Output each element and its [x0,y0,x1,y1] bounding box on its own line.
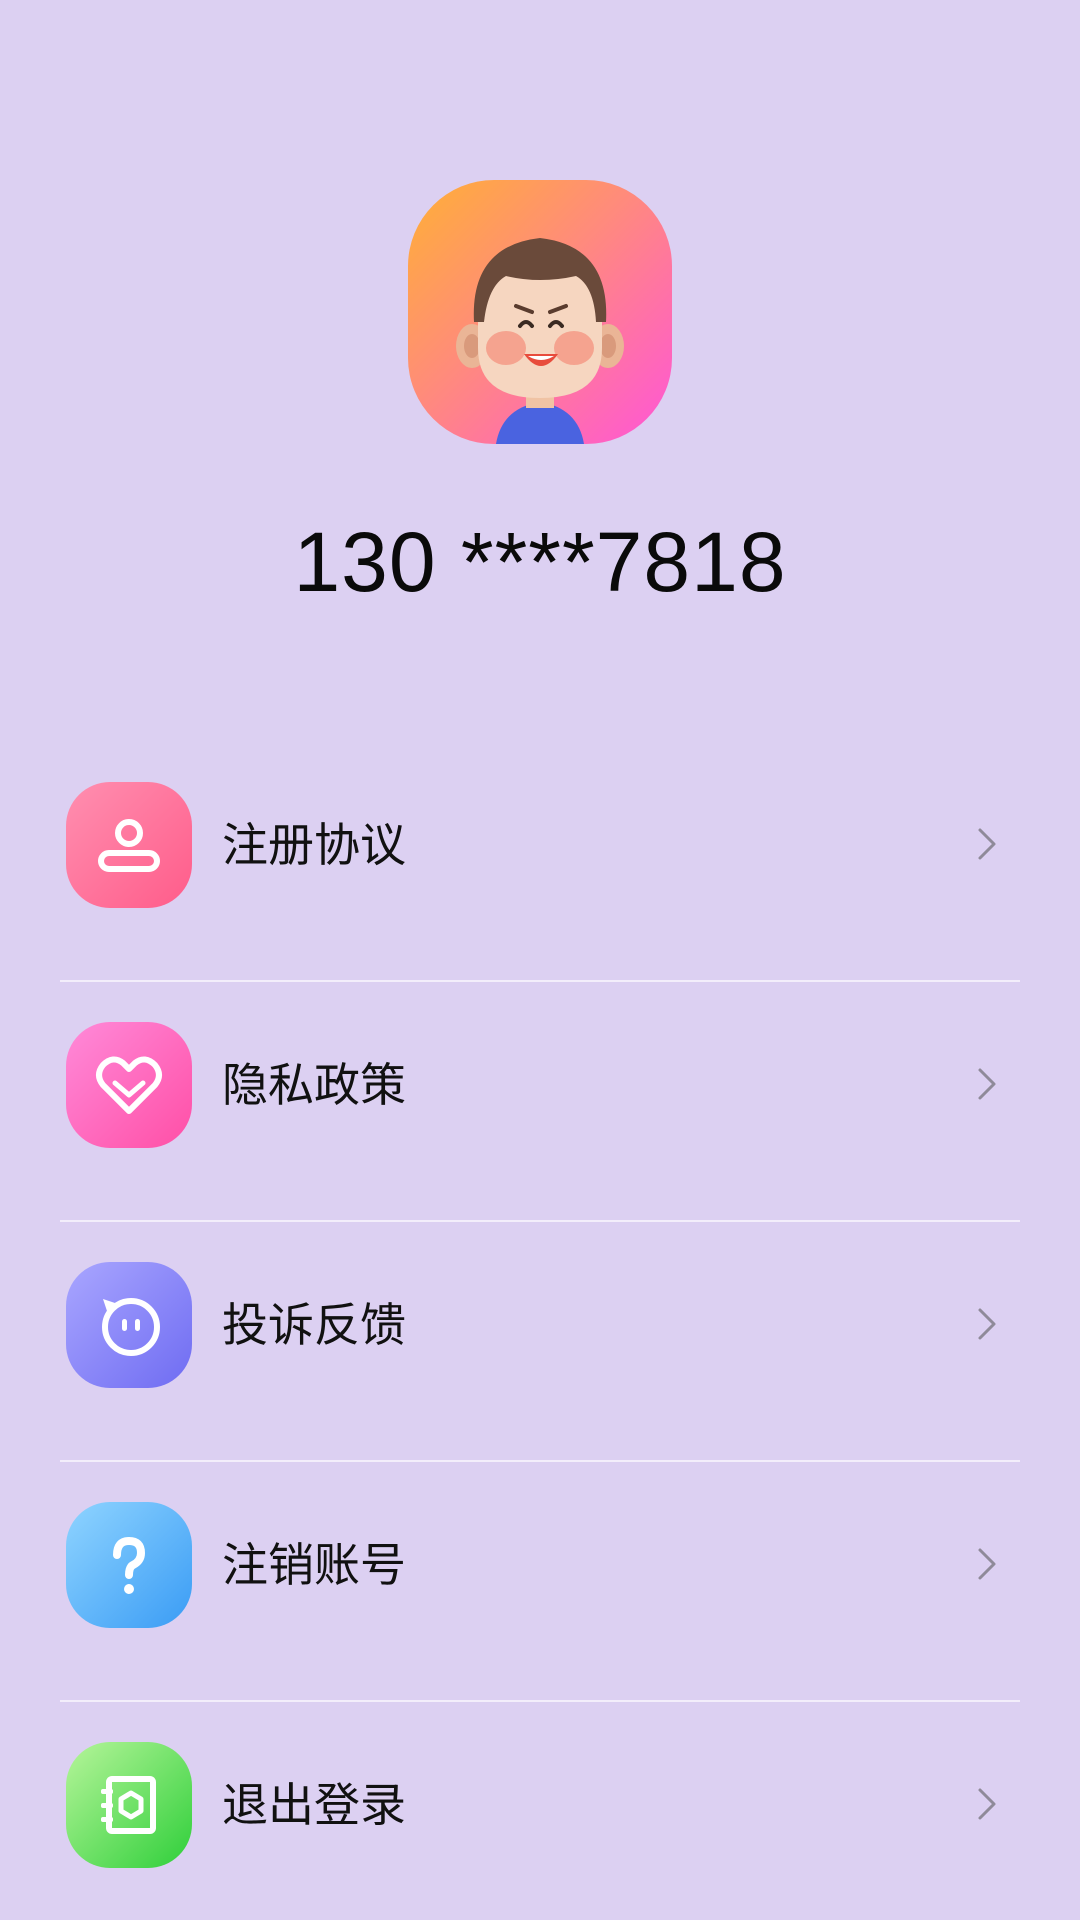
menu-item-label: 退出登录 [222,1778,406,1832]
heart-icon [66,1022,192,1148]
menu-item-label: 投诉反馈 [222,1298,406,1352]
menu-item-privacy-policy[interactable]: 隐私政策 [0,982,1080,1222]
chevron-right-icon [976,1544,1000,1584]
user-icon [66,782,192,908]
settings-menu: 注册协议 隐私政策 投诉反馈 注销账号 退出登录 [0,742,1080,1920]
menu-item-label: 隐私政策 [222,1058,406,1112]
cartoon-boy-avatar-icon [456,238,624,444]
chevron-right-icon [976,1064,1000,1104]
phone-number: 130 ****7818 [293,515,787,609]
menu-item-delete-account[interactable]: 注销账号 [0,1462,1080,1702]
chevron-right-icon [976,1304,1000,1344]
menu-item-register-agreement[interactable]: 注册协议 [0,742,1080,982]
chat-face-icon [66,1262,192,1388]
logout-book-icon [66,1742,192,1868]
chevron-right-icon [976,824,1000,864]
menu-item-label: 注销账号 [222,1538,406,1592]
chevron-right-icon [976,1784,1000,1824]
menu-item-label: 注册协议 [222,818,406,872]
menu-item-feedback[interactable]: 投诉反馈 [0,1222,1080,1462]
question-icon [66,1502,192,1628]
menu-item-logout[interactable]: 退出登录 [0,1702,1080,1920]
avatar[interactable] [408,180,672,444]
